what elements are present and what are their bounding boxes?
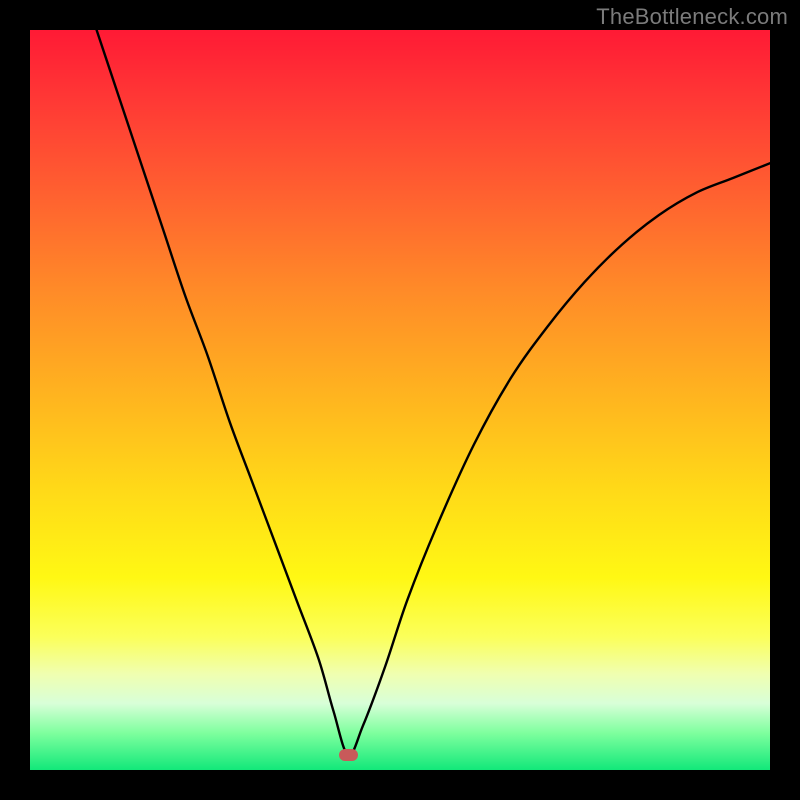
chart-frame: TheBottleneck.com — [0, 0, 800, 800]
minimum-marker — [339, 749, 358, 761]
bottleneck-curve — [97, 30, 770, 755]
watermark-text: TheBottleneck.com — [596, 4, 788, 30]
curve-layer — [30, 30, 770, 770]
plot-area — [30, 30, 770, 770]
